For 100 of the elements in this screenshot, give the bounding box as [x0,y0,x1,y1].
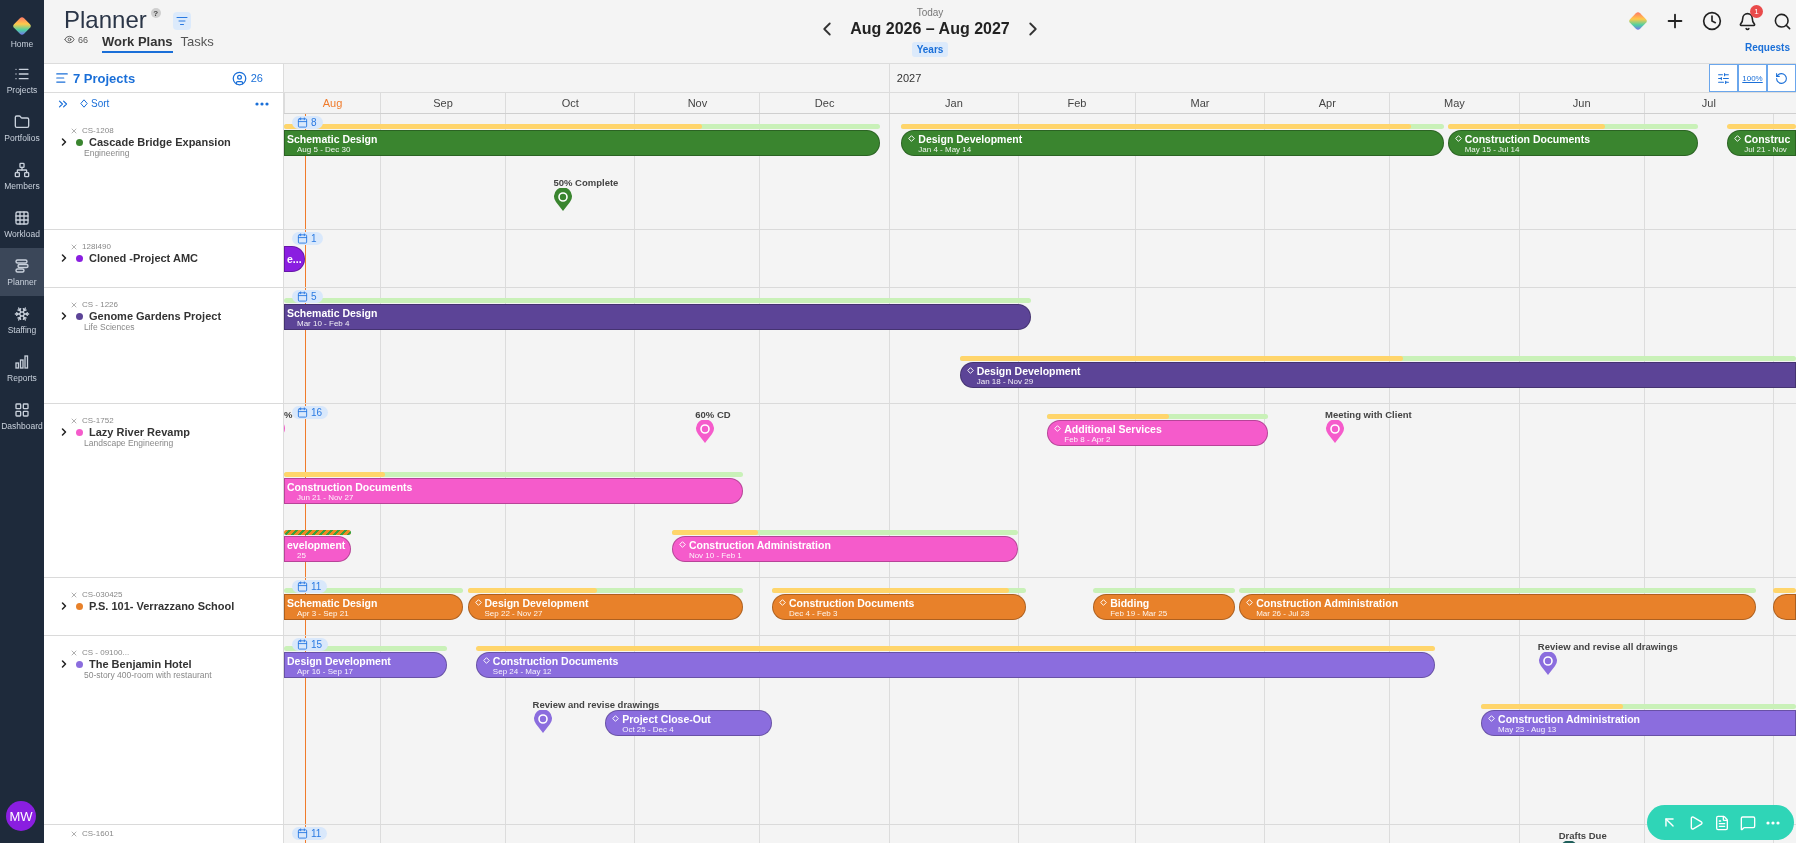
project-name[interactable]: Genome Gardens Project [89,310,222,322]
comment-button[interactable] [1740,814,1756,831]
nav-item[interactable]: Planner [0,248,44,296]
calendar-icon [297,291,308,302]
phase-bar[interactable]: evelopment 25 [284,536,351,562]
close-icon[interactable] [70,590,78,599]
phase-count-badge[interactable]: 11 [292,827,328,840]
diamond-icon [1454,135,1462,142]
milestone-label: % [284,409,293,420]
project-name[interactable]: Lazy River Revamp [89,426,190,438]
nav-item[interactable]: Home [0,8,44,56]
milestone-pin-icon[interactable] [695,420,716,444]
nav-item[interactable]: Projects [0,56,44,104]
phase-bar[interactable]: Schematic Design Apr 3 - Sep 21 [284,594,464,620]
watcher-count: 66 [78,34,88,45]
phase-title: Construction Documents [1464,132,1591,145]
phase-count-badge[interactable]: 15 [292,638,329,651]
phase-bar[interactable]: Construction Administration Nov 10 - Feb 1 [671,536,1019,562]
notifications-button[interactable] [1738,11,1757,31]
diamond-icon [779,599,786,606]
zoom-button[interactable]: 100% [1738,64,1767,92]
menu-icon[interactable] [55,71,69,85]
close-icon[interactable] [70,126,78,135]
phase-bar[interactable]: Construction Administration May 23 - Aug 13 [1481,710,1796,736]
play-button[interactable] [1688,814,1704,831]
phase-count-badge[interactable]: 11 [292,580,328,593]
phase-bar[interactable]: Construc Jul 21 - Nov [1727,130,1796,156]
phase-title: Design Development [976,364,1081,377]
members-button[interactable]: 26 [231,70,263,86]
project-code: CS - 1226 [82,300,119,309]
phase-count-badge[interactable]: 1 [292,232,323,245]
nav-item[interactable]: Portfolios [0,104,44,152]
phase-bar[interactable]: Bidding Feb 19 - Mar 25 [1093,594,1235,620]
close-icon[interactable] [70,416,78,425]
phase-count: 1 [311,233,317,244]
phase-bar[interactable]: Construction Documents Jun 21 - Nov 27 [284,478,743,504]
phase-title: Schematic Design [287,132,378,145]
phase-bar[interactable]: Schematic Design Aug 5 - Dec 30 [284,130,881,156]
avatar[interactable]: MW [6,801,36,831]
project-name[interactable]: Cloned -Project AMC [89,252,198,264]
close-icon[interactable] [70,648,78,657]
phase-bar[interactable] [1773,594,1796,620]
close-icon[interactable] [70,300,78,309]
phase-bar[interactable]: Design Development Apr 16 - Sep 17 [284,652,447,678]
phase-bar[interactable]: Construction Documents Dec 4 - Feb 3 [772,594,1027,620]
grid-icon [14,209,30,226]
phase-count-badge[interactable]: 16 [292,406,329,419]
settings-button[interactable] [1709,64,1738,92]
phase-bar[interactable]: Design Development Jan 18 - Nov 29 [959,362,1796,388]
phase-dates: Dec 4 - Feb 3 [788,608,839,618]
phase-title: Design Development [287,654,391,667]
phase-bar[interactable]: Design Development Jan 4 - May 14 [901,130,1444,156]
milestone-pin-icon[interactable] [532,710,553,734]
milestone-pin-icon[interactable] [1537,652,1558,676]
project-subtitle: Engineering [83,148,131,158]
phase-bar[interactable]: Design Development Sep 22 - Nov 27 [467,594,743,620]
nav-item[interactable]: Reports [0,344,44,392]
phase-count-badge[interactable]: 5 [292,290,323,303]
close-icon[interactable] [70,829,78,838]
nav-item[interactable]: Members [0,152,44,200]
help-icon[interactable]: ? [150,8,161,18]
project-name[interactable]: P.S. 101- Verrazzano School [89,600,235,612]
eye-icon [64,34,75,45]
filter-button[interactable] [172,12,191,30]
milestone-label: Meeting with Client [1325,409,1412,420]
month-label: May [1389,93,1519,113]
more-button[interactable] [255,101,269,106]
phase-bar[interactable]: Schematic Design Mar 10 - Feb 4 [284,304,1031,330]
requests-link[interactable]: Requests [1744,42,1790,53]
diamond-icon [1734,135,1742,142]
phase-bar[interactable]: Construction Documents May 15 - Jul 14 [1447,130,1698,156]
phase-bar[interactable]: Project Close-Out Oct 25 - Dec 4 [605,710,772,736]
phase-dates: Apr 16 - Sep 17 [297,666,354,676]
milestone-pin-icon[interactable] [553,188,574,212]
tab[interactable]: Work Plans [102,34,173,53]
nav-item[interactable]: Workload [0,200,44,248]
scale-selector[interactable]: Years [911,42,949,57]
milestone-pin-icon[interactable] [1325,420,1346,444]
month-label: Jan [888,93,1019,113]
clock-button[interactable] [1702,11,1722,31]
project-name[interactable]: The Benjamin Hotel [89,658,192,670]
close-icon[interactable] [70,242,78,251]
phase-bar[interactable]: Additional Services Feb 8 - Apr 2 [1047,420,1269,446]
phase-bar[interactable]: Construction Administration Mar 26 - Jul 28 [1239,594,1757,620]
project-name[interactable]: Cascade Bridge Expansion [89,136,231,148]
projects-count: 7 Projects [73,70,136,86]
project-subtitle: Life Sciences [83,322,136,332]
phase-title: Schematic Design [287,596,378,609]
document-button[interactable] [1714,814,1730,831]
sort-button[interactable]: Sort [80,98,110,109]
today-link[interactable]: Today [916,7,944,18]
phase-title: Construction Documents [789,596,915,609]
reset-button[interactable] [1767,64,1796,92]
tab[interactable]: Tasks [180,34,214,53]
phase-count-badge[interactable]: 8 [292,116,323,129]
nav-item[interactable]: Staffing [0,296,44,344]
search-button[interactable] [1773,11,1792,31]
phase-bar[interactable]: e... [284,246,305,272]
nav-item[interactable]: Dashboard [0,392,44,440]
phase-bar[interactable]: Construction Documents Sep 24 - May 12 [475,652,1436,678]
